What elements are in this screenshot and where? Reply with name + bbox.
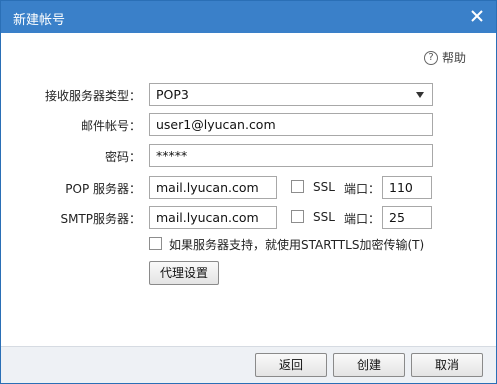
password-input[interactable]: ***** (149, 144, 433, 167)
close-icon[interactable] (468, 7, 486, 25)
new-account-dialog: 新建帐号 ? 帮助 接收服务器类型： POP3 邮件帐号： user1@lyuc… (0, 0, 497, 384)
smtp-server-label: SMTP服务器： (60, 212, 141, 226)
help-icon: ? (423, 50, 438, 65)
back-button[interactable]: 返回 (255, 353, 327, 377)
pop-port-label: 端口： (344, 182, 381, 196)
server-type-value: POP3 (156, 87, 189, 102)
pop-ssl-checkbox[interactable] (291, 180, 304, 193)
pop-ssl-label: SSL (313, 180, 335, 194)
smtp-ssl-label: SSL (313, 210, 335, 224)
account-label: 邮件帐号： (80, 119, 141, 133)
server-type-label: 接收服务器类型： (44, 89, 141, 103)
cancel-button[interactable]: 取消 (411, 353, 483, 377)
help-label: 帮助 (441, 51, 466, 65)
title-bar[interactable]: 新建帐号 (1, 1, 496, 33)
pop-port-input[interactable]: 110 (382, 176, 432, 199)
server-type-select[interactable]: POP3 (149, 83, 433, 106)
starttls-checkbox[interactable] (149, 237, 162, 250)
pop-server-input[interactable]: mail.lyucan.com (149, 176, 277, 199)
chevron-down-icon (416, 92, 424, 98)
smtp-port-label: 端口： (344, 212, 381, 226)
dialog-title: 新建帐号 (13, 13, 66, 28)
pop-server-label: POP 服务器： (65, 182, 141, 196)
proxy-settings-button[interactable]: 代理设置 (149, 261, 219, 285)
password-label: 密码： (104, 150, 141, 164)
smtp-server-input[interactable]: mail.lyucan.com (149, 206, 277, 229)
footer-bar: 返回 创建 取消 (1, 346, 496, 383)
help-link[interactable]: ? 帮助 (423, 49, 466, 66)
smtp-ssl-checkbox[interactable] (291, 210, 304, 223)
smtp-port-input[interactable]: 25 (382, 206, 432, 229)
create-button[interactable]: 创建 (333, 353, 405, 377)
email-account-input[interactable]: user1@lyucan.com (149, 113, 433, 136)
starttls-label[interactable]: 如果服务器支持，就使用STARTTLS加密传输(T) (169, 236, 424, 253)
